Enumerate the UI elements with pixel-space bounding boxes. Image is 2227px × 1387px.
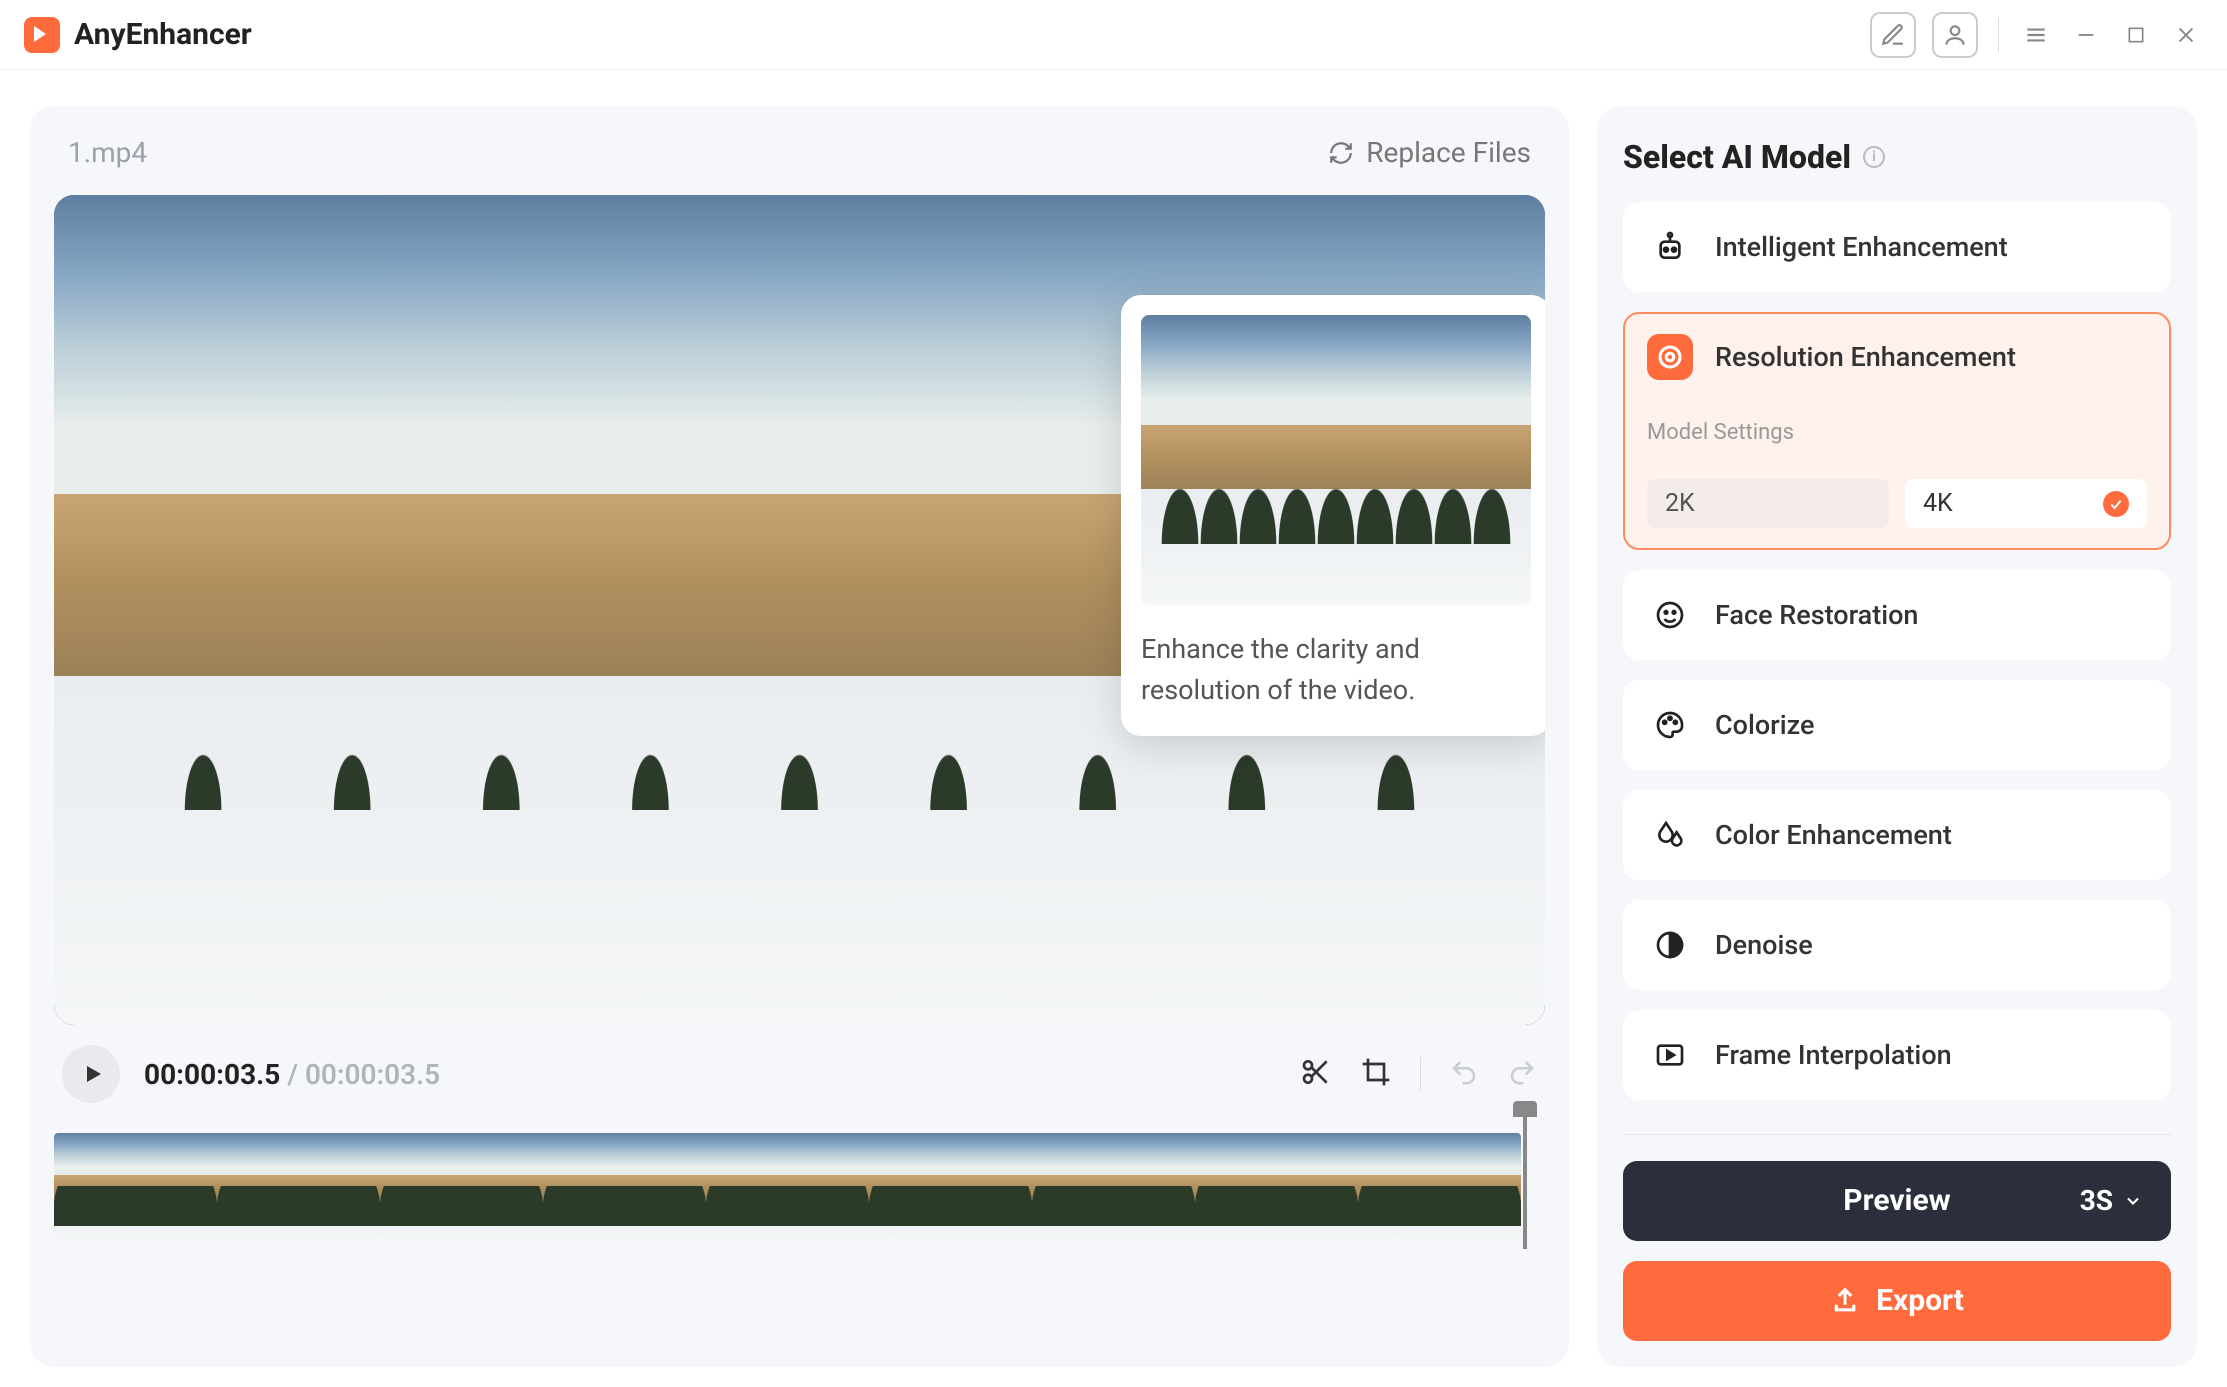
model-face-restoration[interactable]: Face Restoration [1623,570,2171,660]
controls-divider [1420,1057,1421,1091]
panel-divider [1623,1134,2171,1135]
refresh-icon [1328,140,1354,166]
droplets-icon [1647,812,1693,858]
contrast-icon [1647,922,1693,968]
model-settings-label: Model Settings [1647,420,2147,445]
model-resolution-enhancement[interactable]: Resolution Enhancement Model Settings 2K… [1623,312,2171,550]
undo-icon [1449,1057,1479,1087]
info-icon[interactable]: i [1863,146,1885,168]
timeline[interactable] [54,1133,1545,1239]
film-play-icon [1647,1032,1693,1078]
resolution-option-4k[interactable]: 4K [1905,479,2147,528]
minimize-icon[interactable] [2069,18,2103,52]
account-icon-button[interactable] [1932,12,1978,58]
edit-icon-button[interactable] [1870,12,1916,58]
replace-files-button[interactable]: Replace Files [1328,136,1531,169]
file-name: 1.mp4 [68,136,147,169]
undo-button[interactable] [1449,1057,1479,1091]
video-preview[interactable]: Enhance the clarity and resolution of th… [54,195,1545,1025]
model-panel: Select AI Model i Intelligent Enhancemen… [1597,106,2197,1367]
play-icon [81,1062,105,1086]
resolution-option-2k[interactable]: 2K [1647,479,1889,528]
maximize-icon[interactable] [2119,18,2153,52]
app-title: AnyEnhancer [74,17,252,52]
model-color-enhancement[interactable]: Color Enhancement [1623,790,2171,880]
play-button[interactable] [62,1045,120,1103]
palette-icon [1647,702,1693,748]
model-panel-title: Select AI Model i [1623,138,2171,176]
playback-controls: 00:00:03.5 / 00:00:03.5 [54,1045,1545,1103]
model-colorize[interactable]: Colorize [1623,680,2171,770]
check-icon [2103,491,2129,517]
redo-button[interactable] [1507,1057,1537,1091]
scissors-icon [1300,1056,1332,1088]
titlebar-divider [1998,18,1999,52]
preview-button[interactable]: Preview 3S [1623,1161,2171,1241]
playhead[interactable] [1523,1109,1527,1249]
model-tooltip: Enhance the clarity and resolution of th… [1121,295,1545,736]
tooltip-text: Enhance the clarity and resolution of th… [1141,629,1531,710]
menu-icon[interactable] [2019,18,2053,52]
face-icon [1647,592,1693,638]
cut-button[interactable] [1300,1056,1332,1092]
close-icon[interactable] [2169,18,2203,52]
model-frame-interpolation[interactable]: Frame Interpolation [1623,1010,2171,1100]
tooltip-thumbnail [1141,315,1531,605]
current-time: 00:00:03.5 [144,1058,280,1091]
time-separator: / [280,1058,305,1091]
robot-icon [1647,224,1693,270]
redo-icon [1507,1057,1537,1087]
chevron-down-icon [2123,1191,2143,1211]
titlebar: AnyEnhancer [0,0,2227,70]
total-time: 00:00:03.5 [305,1058,440,1091]
replace-files-label: Replace Files [1366,136,1531,169]
model-intelligent-enhancement[interactable]: Intelligent Enhancement [1623,202,2171,292]
brand: AnyEnhancer [24,17,252,53]
crop-icon [1360,1056,1392,1088]
editor-panel: 1.mp4 Replace Files Enhance the clarity … [30,106,1569,1367]
model-denoise[interactable]: Denoise [1623,900,2171,990]
target-icon [1647,334,1693,380]
crop-button[interactable] [1360,1056,1392,1092]
export-button[interactable]: Export [1623,1261,2171,1341]
export-icon [1830,1286,1860,1316]
app-logo-icon [24,17,60,53]
preview-duration-dropdown[interactable]: 3S [2080,1184,2143,1217]
